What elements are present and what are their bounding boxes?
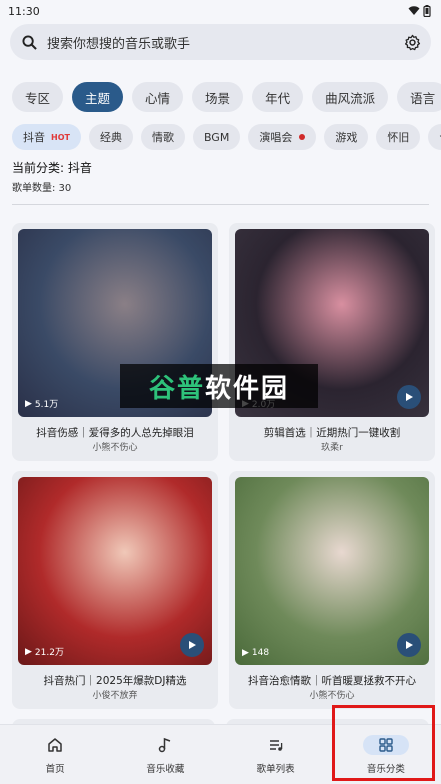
play-button[interactable] bbox=[397, 633, 421, 657]
playlist-card[interactable]: ▶ 148 抖音治愈情歌｜听首暖夏拯救不开心 小熊不伤心 bbox=[229, 471, 435, 709]
play-count-value: 148 bbox=[251, 648, 270, 658]
watermark: 谷普 软件园 bbox=[120, 364, 318, 408]
play-count-value: 21.2万 bbox=[34, 648, 64, 658]
category-tab[interactable]: 语言 bbox=[397, 82, 441, 112]
play-count-icon: ▶ bbox=[25, 398, 32, 409]
play-count: ▶ 21.2万 bbox=[25, 645, 64, 659]
hot-badge: HOT bbox=[51, 132, 70, 142]
playlist-card[interactable]: ▶ 21.2万 抖音热门｜2025年爆款DJ精选 小俊不放弃 bbox=[12, 471, 218, 709]
search-icon bbox=[22, 34, 37, 50]
playlist-icon bbox=[268, 735, 284, 755]
category-tab[interactable]: 曲风流派 bbox=[312, 82, 389, 112]
category-tab[interactable]: 专区 bbox=[12, 82, 64, 112]
play-button[interactable] bbox=[180, 633, 204, 657]
tag-chip[interactable]: 情歌 bbox=[140, 124, 185, 150]
play-count: ▶ 148 bbox=[242, 648, 269, 658]
play-count-icon: ▶ bbox=[25, 646, 32, 657]
search-bar[interactable]: 搜索你想搜的音乐或歌手 bbox=[10, 24, 431, 60]
home-icon bbox=[47, 735, 63, 755]
tag-chip[interactable]: BGM bbox=[192, 124, 241, 150]
nav-label: 音乐收藏 bbox=[146, 763, 185, 775]
play-icon bbox=[189, 641, 196, 649]
status-icons bbox=[408, 5, 431, 17]
tag-chip[interactable]: 演唱会 bbox=[248, 124, 317, 150]
wifi-icon bbox=[408, 6, 420, 15]
category-tab[interactable]: 年代 bbox=[252, 82, 304, 112]
gear-icon[interactable] bbox=[404, 34, 421, 51]
tag-chip[interactable]: 游戏 bbox=[324, 124, 369, 150]
play-button[interactable] bbox=[397, 385, 421, 409]
current-category: 当前分类: 抖音 bbox=[12, 161, 92, 175]
battery-icon bbox=[423, 5, 431, 17]
playlist-author: 玖柔r bbox=[321, 443, 343, 453]
tag-row: 抖音 HOT 经典 情歌 BGM 演唱会 游戏 怀旧 合 bbox=[0, 124, 441, 150]
play-count-value: 5.1万 bbox=[34, 400, 59, 410]
playlist-cover[interactable]: ▶ 148 bbox=[235, 477, 429, 665]
tag-chip[interactable]: 怀旧 bbox=[376, 124, 421, 150]
nav-favorites[interactable]: 音乐收藏 bbox=[110, 725, 220, 784]
playlist-cover[interactable]: ▶ 21.2万 bbox=[18, 477, 212, 665]
tag-chip[interactable]: 经典 bbox=[88, 124, 133, 150]
playlist-card[interactable]: ▶2.0万 剪辑首选｜近期热门一键收割 玖柔r bbox=[229, 223, 435, 461]
category-info: 当前分类: 抖音 歌单数量: 30 bbox=[0, 159, 441, 194]
play-count: ▶ 5.1万 bbox=[25, 397, 59, 411]
status-bar: 11:30 bbox=[0, 0, 441, 22]
nav-label: 歌单列表 bbox=[256, 763, 295, 775]
live-dot bbox=[299, 134, 306, 140]
category-tab-active[interactable]: 主题 bbox=[72, 82, 124, 112]
playlist-author: 小俊不放弃 bbox=[92, 691, 138, 701]
play-count-icon: ▶ bbox=[242, 648, 249, 658]
category-tab[interactable]: 心情 bbox=[132, 82, 184, 112]
watermark-part2: 软件园 bbox=[205, 373, 290, 404]
playlist-title: 剪辑首选｜近期热门一键收割 bbox=[263, 427, 401, 439]
tag-chip[interactable]: 合 bbox=[428, 124, 441, 150]
playlist-card[interactable]: ▶ 5.1万 抖音伤感｜爱得多的人总先掉眼泪 小熊不伤心 bbox=[12, 223, 218, 461]
divider bbox=[12, 204, 429, 205]
playlist-title: 抖音治愈情歌｜听首暖夏拯救不开心 bbox=[248, 675, 416, 687]
tag-label: 抖音 bbox=[23, 131, 45, 144]
playlist-title: 抖音热门｜2025年爆款DJ精选 bbox=[43, 675, 187, 687]
play-icon bbox=[406, 393, 413, 401]
search-input[interactable]: 搜索你想搜的音乐或歌手 bbox=[47, 33, 404, 52]
category-tabs: 专区 主题 心情 场景 年代 曲风流派 语言 bbox=[0, 82, 441, 112]
tag-chip-active[interactable]: 抖音 HOT bbox=[12, 124, 81, 150]
highlight-box bbox=[332, 705, 435, 781]
clock: 11:30 bbox=[8, 4, 40, 18]
playlist-author: 小熊不伤心 bbox=[309, 691, 355, 701]
nav-label: 首页 bbox=[45, 763, 65, 775]
category-tab[interactable]: 场景 bbox=[192, 82, 244, 112]
playlist-count: 歌单数量: 30 bbox=[12, 183, 72, 194]
playlist-author: 小熊不伤心 bbox=[92, 443, 138, 453]
music-note-icon bbox=[157, 735, 173, 755]
nav-playlists[interactable]: 歌单列表 bbox=[221, 725, 331, 784]
playlist-title: 抖音伤感｜爱得多的人总先掉眼泪 bbox=[36, 427, 194, 439]
tag-label: 演唱会 bbox=[259, 131, 293, 144]
nav-home[interactable]: 首页 bbox=[0, 725, 110, 784]
playlist-grid: ▶5.1万 抖音伤感｜爱得多的人总先掉眼泪 小熊不伤心 ▶2.0万 剪辑首选｜近… bbox=[0, 223, 441, 709]
watermark-part1: 谷普 bbox=[148, 373, 205, 404]
play-icon bbox=[406, 641, 413, 649]
